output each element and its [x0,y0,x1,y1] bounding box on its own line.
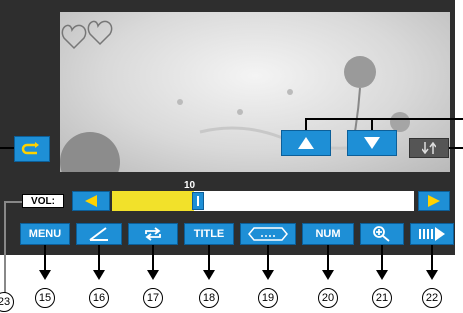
callout-line [44,245,46,271]
callout-line [305,118,307,130]
title-button[interactable]: TITLE [184,223,234,245]
callout-arrow [203,270,215,280]
callout-arrow [93,270,105,280]
callout-arrow [39,270,51,280]
num-button-label: NUM [315,228,341,240]
aspect-ratio-icon [89,227,108,241]
callout-arrow [147,270,159,280]
toggle-button[interactable] [409,138,449,158]
volume-thumb[interactable] [192,192,204,210]
callout-number: 20 [318,288,338,308]
num-button[interactable]: NUM [302,223,354,245]
callout-line [4,201,6,301]
volume-label: VOL: [22,194,64,208]
callout-number: 17 [143,288,163,308]
callout-line [449,147,463,149]
menu-button-label: MENU [28,228,62,240]
callout-line [381,245,383,271]
callout-arrow [376,270,388,280]
step-button[interactable] [410,223,454,245]
callout-line [305,118,463,120]
callout-number: 18 [199,288,219,308]
callout-number: 21 [372,288,392,308]
callout-arrow [322,270,334,280]
callout-number: 15 [35,288,55,308]
callout-line [208,245,210,271]
callout-arrow [426,270,438,280]
callout-line [0,147,14,149]
callout-number: 19 [258,288,278,308]
zoom-button[interactable] [360,223,404,245]
down-button[interactable] [347,130,397,156]
toggle-icon [422,142,436,154]
callout-arrow [262,270,274,280]
right-arrow-icon [428,195,440,207]
callout-line [152,245,154,271]
callout-line [4,201,22,203]
callout-line [267,245,269,271]
volume-slider[interactable] [112,191,414,211]
step-forward-icon [419,227,445,241]
up-button[interactable] [281,130,331,156]
digits-entry-icon [248,227,288,241]
volume-up-button[interactable] [418,191,450,211]
repeat-icon [21,142,39,155]
callout-line [371,118,373,130]
digits-button[interactable] [240,223,296,245]
aspect-button[interactable] [76,223,122,245]
volume-fill [112,191,194,211]
volume-value: 10 [184,180,196,191]
title-button-label: TITLE [193,228,225,240]
down-arrow-icon [364,137,380,149]
callout-number: 23 [0,292,14,312]
repeat-loop-icon [145,227,161,241]
menu-button[interactable]: MENU [20,223,70,245]
callout-line [98,245,100,271]
ab-repeat-button[interactable] [128,223,178,245]
zoom-icon [373,226,390,242]
left-arrow-icon [85,195,97,207]
callout-number: 16 [89,288,109,308]
volume-down-button[interactable] [72,191,110,211]
callout-line [327,245,329,271]
callout-number: 22 [422,288,442,308]
repeat-button[interactable] [14,136,50,162]
callout-line [431,245,433,271]
up-arrow-icon [298,137,314,149]
